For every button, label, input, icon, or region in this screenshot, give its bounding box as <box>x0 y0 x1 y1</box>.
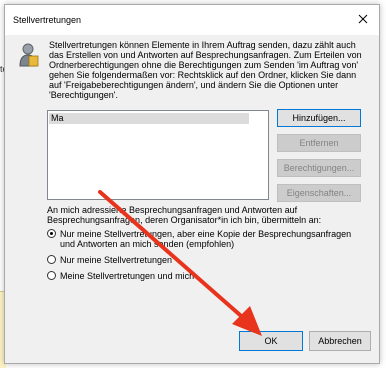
properties-button[interactable]: Eigenschaften... <box>277 184 361 202</box>
radio-label: Nur meine Stellvertretungen <box>60 255 173 265</box>
radio-label: Nur meine Stellvertretungen, aber eine K… <box>60 229 352 249</box>
add-button[interactable]: Hinzufügen... <box>277 109 361 127</box>
ok-button[interactable]: OK <box>239 331 303 351</box>
info-icon <box>19 43 39 67</box>
title-bar: Stellvertretungen <box>5 5 379 35</box>
radio-button[interactable] <box>47 229 56 238</box>
radio-button[interactable] <box>47 271 56 280</box>
radio-option-delegates-and-me[interactable]: Meine Stellvertretungen und mich <box>47 271 367 282</box>
dialog-title: Stellvertretungen <box>13 15 82 25</box>
radio-option-delegates-copy[interactable]: Nur meine Stellvertretungen, aber eine K… <box>47 229 367 251</box>
remove-button[interactable]: Entfernen <box>277 134 361 152</box>
list-item[interactable]: Ma <box>49 113 249 124</box>
description-text: Stellvertretungen können Elemente in Ihr… <box>49 40 362 100</box>
delegates-list[interactable]: Ma <box>47 110 269 200</box>
radio-label: Meine Stellvertretungen und mich <box>60 271 195 281</box>
screen: te Stellvertretungen Stellvertretungen k… <box>0 0 386 368</box>
radio-option-delegates-only[interactable]: Nur meine Stellvertretungen <box>47 255 367 266</box>
close-icon[interactable] <box>356 12 370 26</box>
cancel-button[interactable]: Abbrechen <box>309 331 371 351</box>
meeting-forward-label: An mich adressierte Besprechungsanfragen… <box>47 205 322 225</box>
permissions-button[interactable]: Berechtigungen... <box>277 159 361 177</box>
delegates-dialog: Stellvertretungen Stellvertretungen könn… <box>4 4 380 364</box>
radio-button[interactable] <box>47 255 56 264</box>
